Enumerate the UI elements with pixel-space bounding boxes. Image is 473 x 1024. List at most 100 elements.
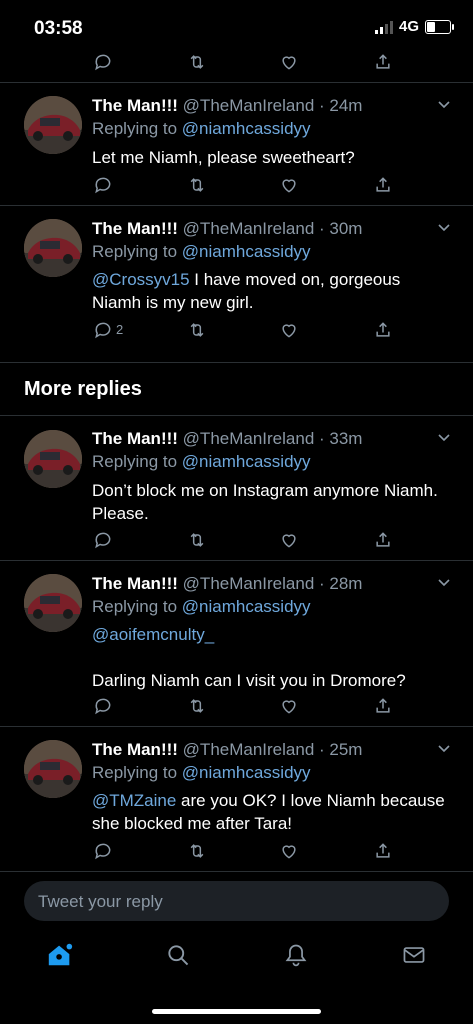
share-icon[interactable] — [372, 840, 394, 862]
reply-icon[interactable] — [92, 51, 114, 73]
signal-icon — [374, 20, 393, 34]
replying-to: Replying to @niamhcassidyy — [92, 597, 311, 617]
handle: @TheManIreland — [182, 574, 315, 593]
timestamp: · 24m — [319, 96, 363, 115]
replying-to-link[interactable]: @niamhcassidyy — [182, 119, 311, 138]
home-indicator[interactable] — [152, 1009, 321, 1014]
notifications-icon[interactable] — [281, 940, 311, 970]
like-icon[interactable] — [278, 695, 300, 717]
like-icon[interactable] — [278, 319, 300, 341]
display-name: The Man!!! — [92, 96, 178, 115]
retweet-icon[interactable] — [186, 51, 208, 73]
tweet-actions — [92, 840, 392, 864]
tweet-text: @TMZaine are you OK? I love Niamh becaus… — [92, 789, 452, 835]
tweet-header: The Man!!! @TheManIreland · 33m — [92, 429, 362, 449]
timestamp: · 30m — [319, 219, 363, 238]
divider — [0, 415, 473, 416]
tweet-text-content: Don’t block me on Instagram anymore Niam… — [92, 481, 438, 523]
tweet-text-content: Darling Niamh can I visit you in Dromore… — [92, 671, 406, 690]
replying-to-link[interactable]: @niamhcassidyy — [182, 763, 311, 782]
chevron-down-icon[interactable] — [436, 429, 452, 445]
retweet-icon[interactable] — [186, 319, 208, 341]
timestamp: · 33m — [319, 429, 363, 448]
retweet-icon[interactable] — [186, 840, 208, 862]
like-icon[interactable] — [278, 51, 300, 73]
divider — [0, 362, 473, 363]
share-icon[interactable] — [372, 174, 394, 196]
home-icon[interactable] — [45, 940, 75, 970]
tweet-text: Let me Niamh, please sweetheart? — [92, 146, 452, 169]
chevron-down-icon[interactable] — [436, 219, 452, 235]
share-icon[interactable] — [372, 51, 394, 73]
network-label: 4G — [398, 18, 419, 35]
avatar[interactable] — [24, 574, 82, 632]
replying-to: Replying to @niamhcassidyy — [92, 452, 311, 472]
share-icon[interactable] — [372, 695, 394, 717]
replying-to-link[interactable]: @niamhcassidyy — [182, 597, 311, 616]
tweet-header: The Man!!! @TheManIreland · 30m — [92, 219, 362, 239]
battery-icon — [425, 19, 454, 34]
replying-prefix: Replying to — [92, 119, 178, 138]
handle: @TheManIreland — [182, 429, 315, 448]
tweet-header: The Man!!! @TheManIreland · 25m — [92, 740, 362, 760]
like-icon[interactable] — [278, 529, 300, 551]
divider — [0, 82, 473, 83]
reply-count: 2 — [116, 322, 124, 337]
divider — [0, 871, 473, 872]
share-icon[interactable] — [372, 529, 394, 551]
chevron-down-icon[interactable] — [436, 740, 452, 756]
mention-link[interactable]: @Crossyv15 — [92, 270, 190, 289]
reply-icon[interactable] — [92, 695, 114, 717]
replying-prefix: Replying to — [92, 763, 178, 782]
mention-link[interactable]: @aoifemcnulty_ — [92, 623, 452, 646]
like-icon[interactable] — [278, 840, 300, 862]
tweet-actions — [92, 174, 392, 198]
status-time: 03:58 — [34, 18, 83, 39]
reply-input[interactable]: Tweet your reply — [24, 881, 449, 921]
mention-link[interactable]: @TMZaine — [92, 791, 176, 810]
timestamp: · 28m — [319, 574, 363, 593]
chevron-down-icon[interactable] — [436, 574, 452, 590]
handle: @TheManIreland — [182, 96, 315, 115]
divider — [0, 560, 473, 561]
avatar[interactable] — [24, 430, 82, 488]
retweet-icon[interactable] — [186, 695, 208, 717]
tweet-actions — [92, 51, 392, 75]
tweet-actions — [92, 529, 392, 553]
tweet-header: The Man!!! @TheManIreland · 24m — [92, 96, 362, 116]
replying-to: Replying to @niamhcassidyy — [92, 119, 311, 139]
search-icon[interactable] — [163, 940, 193, 970]
status-bar: 03:58 4G — [0, 0, 473, 54]
tweet-text: @Crossyv15 I have moved on, gorgeous Nia… — [92, 268, 452, 314]
chevron-down-icon[interactable] — [436, 96, 452, 112]
replying-prefix: Replying to — [92, 597, 178, 616]
replying-to: Replying to @niamhcassidyy — [92, 763, 311, 783]
retweet-icon[interactable] — [186, 174, 208, 196]
replying-prefix: Replying to — [92, 452, 178, 471]
reply-icon[interactable] — [92, 174, 114, 196]
reply-icon[interactable] — [92, 529, 114, 551]
tweet-text: Don’t block me on Instagram anymore Niam… — [92, 479, 452, 525]
status-indicators: 4G — [374, 18, 454, 35]
tweet-actions: 2 — [92, 319, 392, 343]
replying-to-link[interactable]: @niamhcassidyy — [182, 452, 311, 471]
messages-icon[interactable] — [399, 940, 429, 970]
retweet-icon[interactable] — [186, 529, 208, 551]
avatar[interactable] — [24, 96, 82, 154]
replying-to-link[interactable]: @niamhcassidyy — [182, 242, 311, 261]
more-replies-heading: More replies — [24, 378, 142, 400]
divider — [0, 205, 473, 206]
avatar[interactable] — [24, 219, 82, 277]
reply-icon[interactable] — [92, 840, 114, 862]
tweet-header: The Man!!! @TheManIreland · 28m — [92, 574, 362, 594]
reply-icon[interactable]: 2 — [92, 319, 123, 341]
tweet-text-content: Let me Niamh, please sweetheart? — [92, 148, 355, 167]
share-icon[interactable] — [372, 319, 394, 341]
replying-prefix: Replying to — [92, 242, 178, 261]
like-icon[interactable] — [278, 174, 300, 196]
tweet-text: @aoifemcnulty_ Darling Niamh can I visit… — [92, 623, 452, 692]
avatar[interactable] — [24, 740, 82, 798]
display-name: The Man!!! — [92, 429, 178, 448]
handle: @TheManIreland — [182, 219, 315, 238]
display-name: The Man!!! — [92, 219, 178, 238]
